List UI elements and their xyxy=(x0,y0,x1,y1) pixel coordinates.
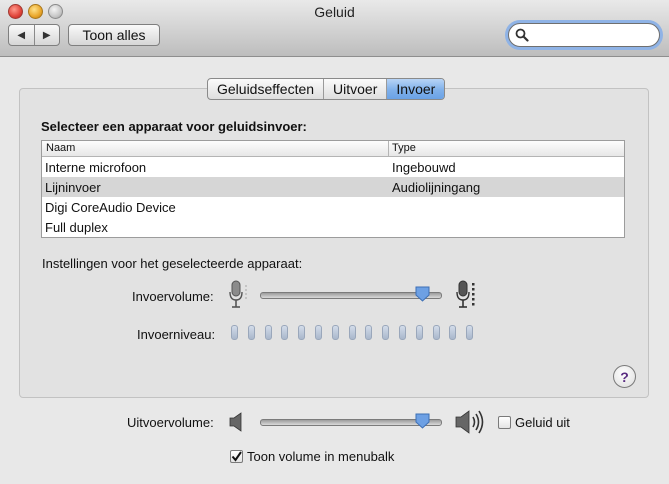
tab-sound-effects[interactable]: Geluidseffecten xyxy=(208,79,325,99)
search-icon xyxy=(515,28,529,42)
input-volume-label: Invoervolume: xyxy=(132,289,214,304)
level-segment xyxy=(415,325,423,340)
table-row-selected[interactable]: Lijninvoer Audiolijningang xyxy=(42,177,624,197)
speaker-high-icon xyxy=(455,410,484,434)
column-divider xyxy=(388,141,389,156)
level-segment xyxy=(331,325,339,340)
device-type: Audiolijningang xyxy=(392,180,481,195)
back-button[interactable]: ◀ xyxy=(9,25,35,45)
device-select-heading: Selecteer een apparaat voor geluidsinvoe… xyxy=(41,119,307,134)
level-segment xyxy=(298,325,306,340)
table-row[interactable]: Digi CoreAudio Device xyxy=(42,197,624,217)
device-name: Interne microfoon xyxy=(45,160,147,175)
column-header-type[interactable]: Type xyxy=(392,142,416,154)
table-row[interactable]: Full duplex xyxy=(42,217,624,237)
level-segment xyxy=(466,325,474,340)
level-segment xyxy=(432,325,440,340)
settings-panel xyxy=(19,88,649,398)
mute-checkbox[interactable] xyxy=(498,416,511,429)
window-title: Geluid xyxy=(314,4,355,20)
tab-input[interactable]: Invoer xyxy=(387,79,445,99)
search-field[interactable] xyxy=(508,23,660,47)
microphone-high-icon xyxy=(456,280,475,308)
level-segment xyxy=(449,325,457,340)
device-table: Naam Type Interne microfoon Ingebouwd Li… xyxy=(41,140,625,238)
forward-button[interactable]: ▶ xyxy=(35,25,60,45)
title-bar: Geluid ◀ ▶ Toon alles xyxy=(0,0,669,57)
show-volume-in-menubar-checkbox[interactable] xyxy=(230,450,243,463)
column-header-name[interactable]: Naam xyxy=(46,142,75,154)
level-segment xyxy=(247,325,255,340)
level-segment xyxy=(281,325,289,340)
help-button[interactable]: ? xyxy=(613,365,636,388)
search-input[interactable] xyxy=(531,26,651,42)
device-type: Ingebouwd xyxy=(392,160,456,175)
tab-bar: Geluidseffecten Uitvoer Invoer xyxy=(207,78,446,100)
device-name: Full duplex xyxy=(45,220,108,235)
speaker-low-icon xyxy=(229,412,242,432)
level-segment xyxy=(314,325,322,340)
show-volume-in-menubar-label: Toon volume in menubalk xyxy=(247,449,395,464)
device-name: Digi CoreAudio Device xyxy=(45,200,176,215)
show-all-button[interactable]: Toon alles xyxy=(68,24,160,46)
input-level-label: Invoerniveau: xyxy=(137,327,216,342)
back-icon: ◀ xyxy=(17,29,26,41)
input-volume-slider-thumb[interactable] xyxy=(415,286,430,302)
level-segment xyxy=(365,325,373,340)
output-volume-slider-thumb[interactable] xyxy=(415,413,430,429)
level-segment xyxy=(264,325,272,340)
back-forward-control: ◀ ▶ xyxy=(8,24,60,46)
forward-icon: ▶ xyxy=(42,29,51,41)
tab-output[interactable]: Uitvoer xyxy=(324,79,388,99)
table-header: Naam Type xyxy=(42,141,624,157)
table-row[interactable]: Interne microfoon Ingebouwd xyxy=(42,157,624,177)
checkmark-icon xyxy=(231,451,242,462)
help-icon: ? xyxy=(620,368,629,385)
device-name: Lijninvoer xyxy=(45,180,101,195)
output-volume-label: Uitvoervolume: xyxy=(127,415,214,430)
level-segment xyxy=(398,325,406,340)
input-level-meter xyxy=(231,325,483,340)
device-settings-heading: Instellingen voor het geselecteerde appa… xyxy=(42,256,303,271)
level-segment xyxy=(231,325,238,340)
microphone-low-icon xyxy=(229,280,247,308)
mute-label: Geluid uit xyxy=(515,415,570,430)
level-segment xyxy=(382,325,390,340)
level-segment xyxy=(348,325,356,340)
